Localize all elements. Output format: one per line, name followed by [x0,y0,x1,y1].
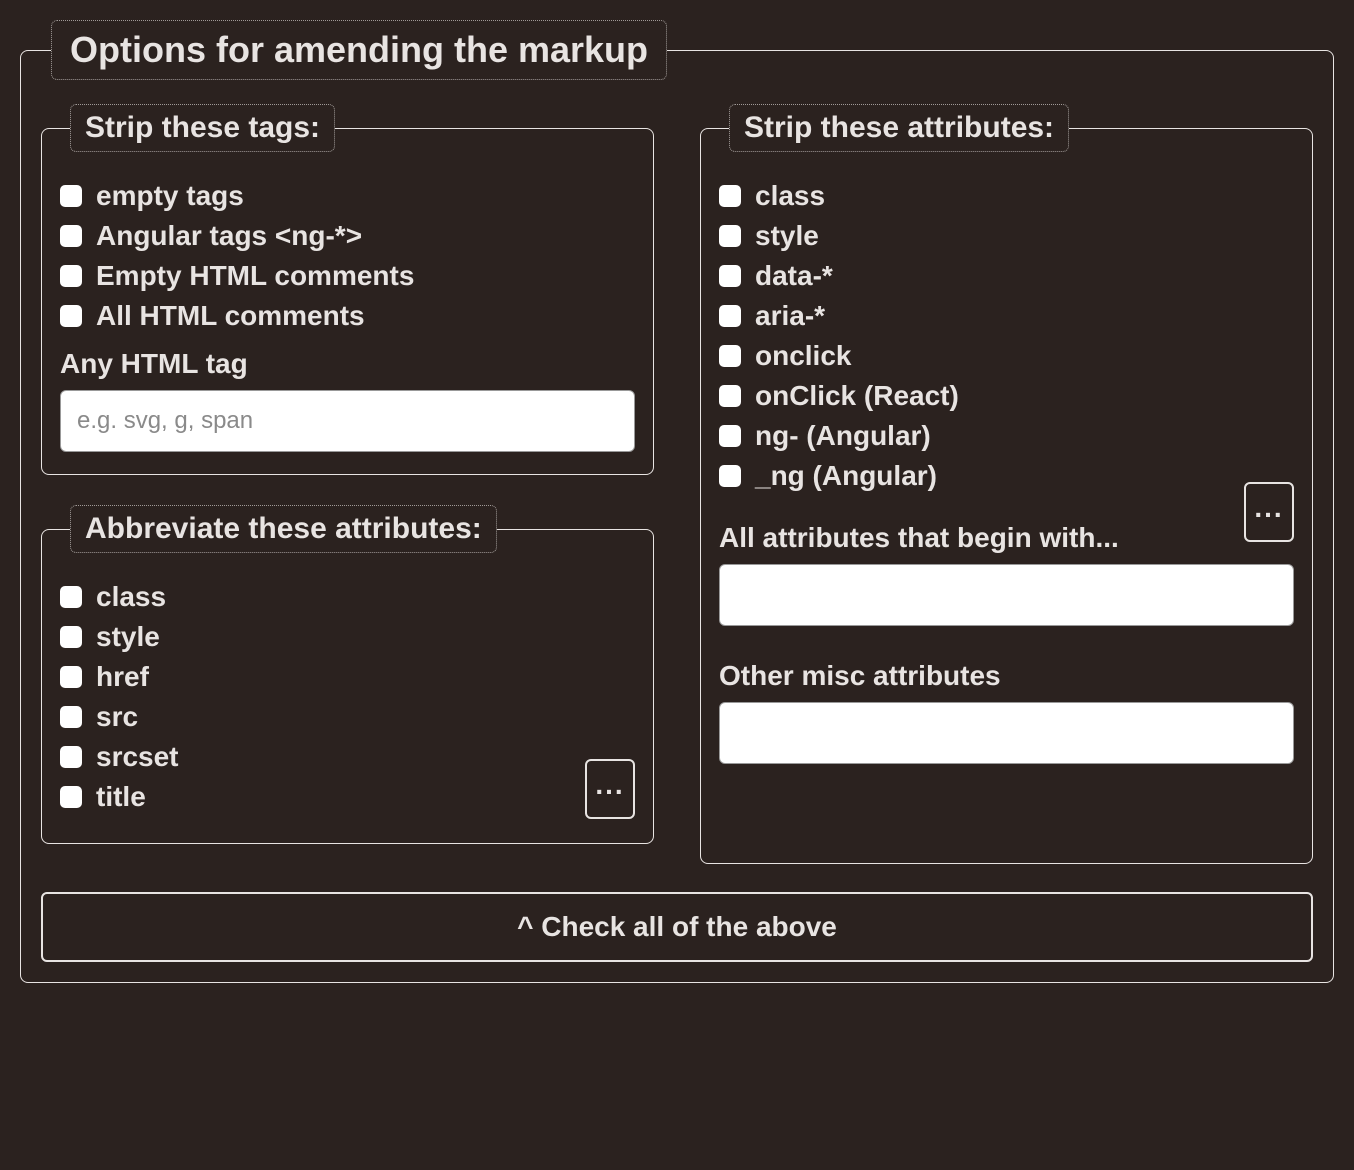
strip-attrs-legend: Strip these attributes: [729,104,1069,152]
strip-attrs-row-aria: aria-* [719,300,1294,332]
checkbox-strip-class[interactable] [719,185,741,207]
abbreviate-row-href: href [60,661,635,693]
checkbox-label: class [96,581,166,613]
checkbox-label: empty tags [96,180,244,212]
checkbox-label: data-* [755,260,833,292]
strip-tags-row-all-html-comments: All HTML comments [60,300,635,332]
checkbox-angular-tags[interactable] [60,225,82,247]
checkbox-label: onClick (React) [755,380,959,412]
any-html-tag-input[interactable] [60,390,635,452]
options-amending-markup-fieldset: Options for amending the markup Strip th… [20,20,1334,983]
abbreviate-more-button[interactable]: ... [585,759,635,819]
checkbox-label: onclick [755,340,851,372]
checkbox-abbrev-class[interactable] [60,586,82,608]
checkbox-empty-tags[interactable] [60,185,82,207]
checkbox-label: href [96,661,149,693]
strip-attrs-row-onclick-react: onClick (React) [719,380,1294,412]
left-column: Strip these tags: empty tags Angular tag… [41,104,654,844]
checkbox-label: aria-* [755,300,825,332]
checkbox-strip-onclick[interactable] [719,345,741,367]
strip-attrs-more-button[interactable]: ... [1244,482,1294,542]
strip-attrs-row-underscore-ng-angular: _ng (Angular) [719,460,1294,492]
abbreviate-legend: Abbreviate these attributes: [70,505,497,553]
checkbox-abbrev-title[interactable] [60,786,82,808]
strip-attrs-row-onclick: onclick [719,340,1294,372]
checkbox-strip-data[interactable] [719,265,741,287]
abbreviate-attributes-fieldset: Abbreviate these attributes: class style… [41,505,654,844]
checkbox-label: title [96,781,146,813]
strip-attrs-row-data: data-* [719,260,1294,292]
checkbox-all-html-comments[interactable] [60,305,82,327]
other-misc-attrs-label: Other misc attributes [719,660,1294,692]
checkbox-label: style [96,621,160,653]
all-attrs-begin-with-label: All attributes that begin with... [719,522,1294,554]
checkbox-label: All HTML comments [96,300,365,332]
checkbox-label: src [96,701,138,733]
checkbox-abbrev-style[interactable] [60,626,82,648]
strip-attributes-fieldset: Strip these attributes: class style data… [700,104,1313,864]
strip-tags-fieldset: Strip these tags: empty tags Angular tag… [41,104,654,475]
strip-attrs-row-class: class [719,180,1294,212]
checkbox-label: srcset [96,741,179,773]
strip-tags-row-empty-tags: empty tags [60,180,635,212]
checkbox-strip-underscore-ng-angular[interactable] [719,465,741,487]
check-all-above-button[interactable]: ^ Check all of the above [41,892,1313,962]
checkbox-label: class [755,180,825,212]
strip-tags-legend: Strip these tags: [70,104,335,152]
strip-attrs-row-style: style [719,220,1294,252]
checkbox-label: style [755,220,819,252]
checkbox-label: Empty HTML comments [96,260,414,292]
checkbox-abbrev-href[interactable] [60,666,82,688]
right-column: Strip these attributes: class style data… [700,104,1313,864]
abbreviate-row-title: title [60,781,635,813]
abbreviate-row-class: class [60,581,635,613]
all-attrs-begin-with-input[interactable] [719,564,1294,626]
checkbox-strip-onclick-react[interactable] [719,385,741,407]
strip-tags-row-angular-tags: Angular tags <ng-*> [60,220,635,252]
abbreviate-row-src: src [60,701,635,733]
abbreviate-row-style: style [60,621,635,653]
checkbox-label: ng- (Angular) [755,420,931,452]
checkbox-strip-aria[interactable] [719,305,741,327]
checkbox-label: Angular tags <ng-*> [96,220,362,252]
checkbox-label: _ng (Angular) [755,460,937,492]
main-legend: Options for amending the markup [51,20,667,80]
abbreviate-row-srcset: srcset [60,741,635,773]
strip-attrs-row-ng-angular: ng- (Angular) [719,420,1294,452]
columns-layout: Strip these tags: empty tags Angular tag… [41,104,1313,864]
checkbox-strip-ng-angular[interactable] [719,425,741,447]
checkbox-empty-html-comments[interactable] [60,265,82,287]
strip-tags-row-empty-html-comments: Empty HTML comments [60,260,635,292]
checkbox-strip-style[interactable] [719,225,741,247]
checkbox-abbrev-src[interactable] [60,706,82,728]
any-html-tag-label: Any HTML tag [60,348,635,380]
other-misc-attrs-input[interactable] [719,702,1294,764]
checkbox-abbrev-srcset[interactable] [60,746,82,768]
